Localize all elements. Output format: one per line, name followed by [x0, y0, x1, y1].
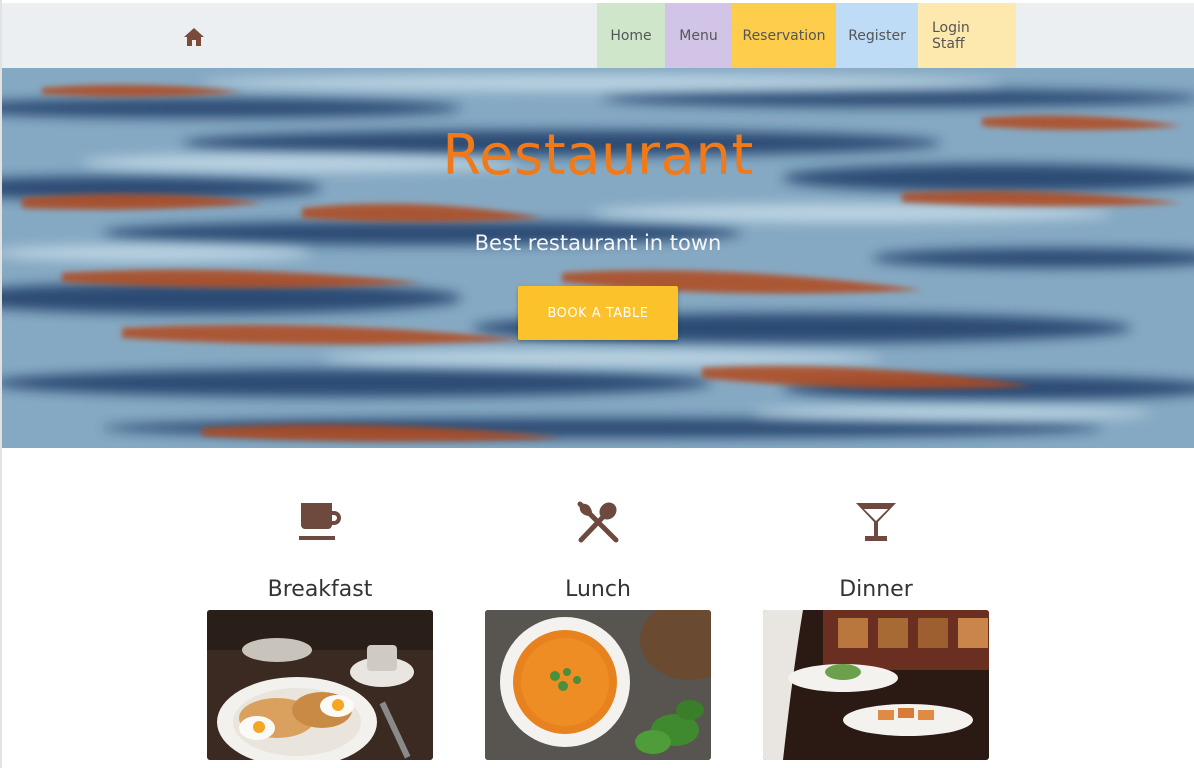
- nav-item-reservation[interactable]: Reservation: [732, 3, 836, 68]
- navbar: Home Menu Reservation Register Login Sta…: [2, 3, 1194, 69]
- hero-subtitle: Best restaurant in town: [474, 231, 722, 255]
- nav-menu: Home Menu Reservation Register Login Sta…: [597, 3, 1016, 68]
- nav-item-label: Reservation: [742, 27, 826, 44]
- utensils-icon: [577, 501, 619, 543]
- feature-breakfast: Breakfast: [207, 500, 433, 768]
- feature-label: Lunch: [565, 577, 631, 602]
- nav-item-label: Register: [848, 27, 906, 44]
- dinner-photo: [763, 610, 989, 760]
- nav-item-label: Login Staff: [932, 19, 970, 52]
- feature-label: Dinner: [839, 577, 913, 602]
- coffee-cup-icon: [299, 503, 341, 540]
- feature-label: Breakfast: [267, 577, 373, 602]
- home-icon[interactable]: [183, 27, 205, 47]
- nav-item-register[interactable]: Register: [836, 3, 918, 68]
- nav-item-label: Menu: [679, 27, 718, 44]
- feature-dinner: Dinner: [763, 500, 989, 768]
- feature-lunch: Lunch: [485, 500, 711, 768]
- cocktail-glass-icon: [856, 503, 896, 541]
- book-a-table-button[interactable]: BOOK A TABLE: [518, 286, 678, 340]
- nav-item-label: Home: [610, 27, 652, 44]
- lunch-photo: [485, 610, 711, 760]
- hero-title: Restaurant: [442, 123, 754, 188]
- hero-banner: Restaurant Best restaurant in town BOOK …: [2, 68, 1194, 448]
- nav-item-menu[interactable]: Menu: [665, 3, 732, 68]
- nav-item-home[interactable]: Home: [597, 3, 665, 68]
- nav-item-login-staff[interactable]: Login Staff: [918, 3, 1016, 68]
- breakfast-photo: [207, 610, 433, 760]
